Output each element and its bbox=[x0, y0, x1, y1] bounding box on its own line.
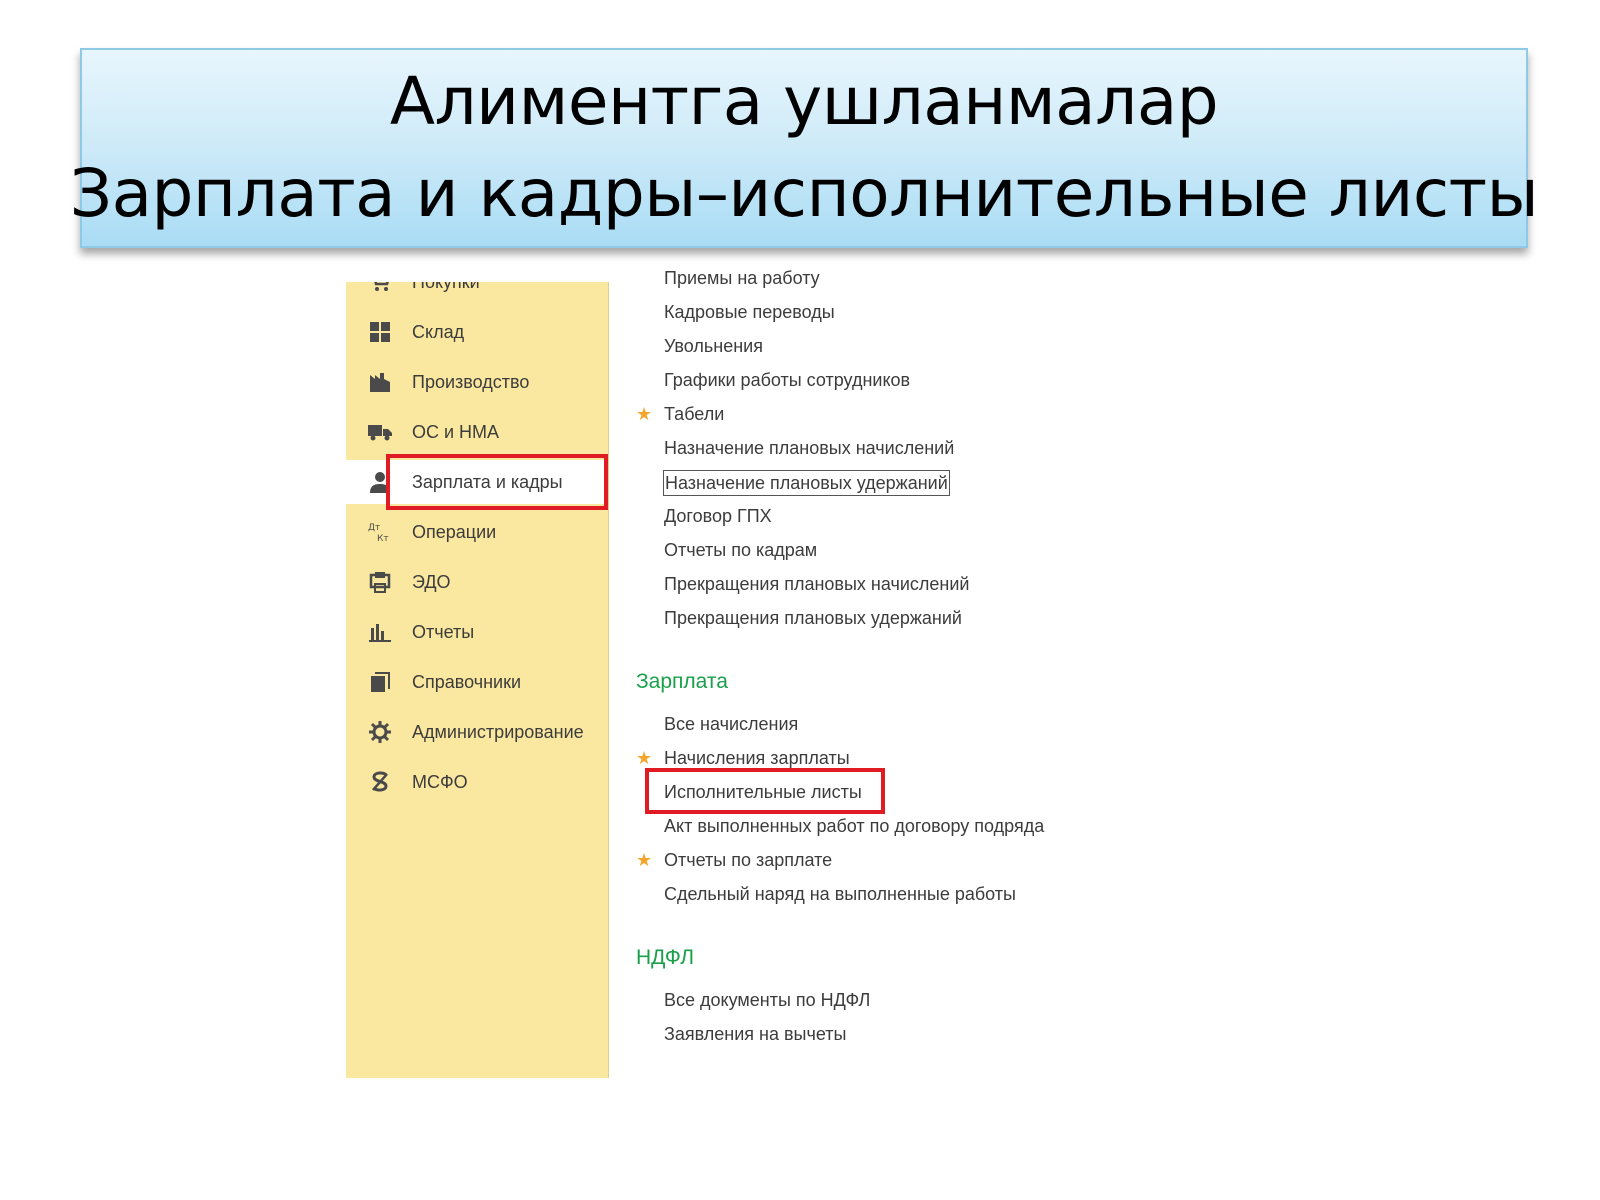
menu-item-work-schedules[interactable]: Графики работы сотрудников bbox=[664, 368, 910, 392]
sidebar-item-msfo[interactable]: МСФО bbox=[346, 760, 608, 804]
menu-item-all-ndfl-documents[interactable]: Все документы по НДФЛ bbox=[664, 988, 870, 1012]
menu-item-timesheets[interactable]: Табели bbox=[664, 402, 724, 426]
sidebar-item-label: Отчеты bbox=[412, 621, 475, 642]
sidebar-item-purchases[interactable]: Покупки bbox=[346, 282, 608, 304]
menu-item-stop-deductions[interactable]: Прекращения плановых удержаний bbox=[664, 606, 962, 630]
menu-item-deduction-applications[interactable]: Заявления на вычеты bbox=[664, 1022, 846, 1046]
slide-title-line-2: Зарплата и кадры–исполнительные листы bbox=[69, 155, 1539, 232]
sidebar-item-label: Справочники bbox=[412, 671, 522, 692]
menu-item-dismissals[interactable]: Увольнения bbox=[664, 334, 763, 358]
sidebar-item-operations[interactable]: Дт Кт Операции bbox=[346, 510, 608, 554]
menu-item-stop-accruals[interactable]: Прекращения плановых начислений bbox=[664, 572, 969, 596]
sidebar-item-directories[interactable]: Справочники bbox=[346, 660, 608, 704]
slide-title-banner: Алиментга ушланмалар Зарплата и кадры–ис… bbox=[70, 48, 1539, 248]
favorite-star-icon[interactable]: ★ bbox=[636, 848, 652, 872]
bar-chart-icon bbox=[368, 620, 392, 644]
sidebar-item-label: Склад bbox=[412, 321, 465, 342]
sidebar-item-label: Операции bbox=[412, 521, 497, 542]
section-heading-salary: Зарплата bbox=[636, 670, 728, 693]
section-heading-ndfl: НДФЛ bbox=[636, 946, 694, 969]
menu-item-gph-contract[interactable]: Договор ГПХ bbox=[664, 504, 772, 528]
menu-item-planned-deductions[interactable]: Назначение плановых удержаний bbox=[663, 470, 950, 496]
debit-credit-icon: Дт Кт bbox=[368, 520, 392, 544]
sidebar-item-label: ОС и НМА bbox=[412, 421, 500, 442]
books-icon bbox=[368, 670, 392, 694]
warehouse-icon bbox=[368, 320, 392, 344]
favorite-star-icon[interactable]: ★ bbox=[636, 746, 652, 770]
app-screenshot: Покупки Склад Производство ОС и НМА Зарп… bbox=[346, 268, 1066, 1082]
menu-item-transfers[interactable]: Кадровые переводы bbox=[664, 300, 835, 324]
sidebar-item-warehouse[interactable]: Склад bbox=[346, 310, 608, 354]
menu-item-hr-reports[interactable]: Отчеты по кадрам bbox=[664, 538, 817, 562]
menu-item-planned-accruals[interactable]: Назначение плановых начислений bbox=[664, 436, 954, 460]
menu-item-piecework-order[interactable]: Сдельный наряд на выполненные работы bbox=[664, 882, 1016, 906]
factory-icon bbox=[368, 370, 392, 394]
svg-text:Дт: Дт bbox=[368, 523, 380, 533]
sidebar-item-production[interactable]: Производство bbox=[346, 360, 608, 404]
cart-icon bbox=[368, 282, 392, 294]
svg-text:Кт: Кт bbox=[377, 534, 389, 543]
menu-item-hiring[interactable]: Приемы на работу bbox=[664, 266, 820, 290]
sidebar-item-edo[interactable]: ЭДО bbox=[346, 560, 608, 604]
sidebar-item-label: ЭДО bbox=[412, 571, 451, 592]
sidebar-item-label: Покупки bbox=[412, 282, 480, 293]
highlight-frame-salary-hr bbox=[386, 454, 608, 510]
sidebar: Покупки Склад Производство ОС и НМА Зарп… bbox=[346, 282, 609, 1078]
sidebar-item-reports[interactable]: Отчеты bbox=[346, 610, 608, 654]
sidebar-item-label: Администрирование bbox=[412, 721, 584, 742]
slide-title-line-1: Алиментга ушланмалар bbox=[389, 63, 1219, 140]
menu-item-all-accruals[interactable]: Все начисления bbox=[664, 712, 798, 736]
gear-icon bbox=[368, 720, 392, 744]
sidebar-item-fixed-assets[interactable]: ОС и НМА bbox=[346, 410, 608, 454]
menu-item-salary-accruals[interactable]: Начисления зарплаты bbox=[664, 746, 850, 770]
sidebar-item-administration[interactable]: Администрирование bbox=[346, 710, 608, 754]
sidebar-item-label: МСФО bbox=[412, 771, 468, 792]
sidebar-item-label: Производство bbox=[412, 371, 530, 392]
truck-icon bbox=[368, 420, 392, 444]
msfo-icon bbox=[368, 770, 392, 794]
menu-item-salary-reports[interactable]: Отчеты по зарплате bbox=[664, 848, 832, 872]
favorite-star-icon[interactable]: ★ bbox=[636, 402, 652, 426]
edo-icon bbox=[368, 570, 392, 594]
highlight-frame-writs-of-execution bbox=[645, 768, 885, 814]
section-menu: Приемы на работу Кадровые переводы Уволь… bbox=[608, 268, 1066, 1078]
menu-item-contract-work-act[interactable]: Акт выполненных работ по договору подряд… bbox=[664, 814, 1044, 838]
